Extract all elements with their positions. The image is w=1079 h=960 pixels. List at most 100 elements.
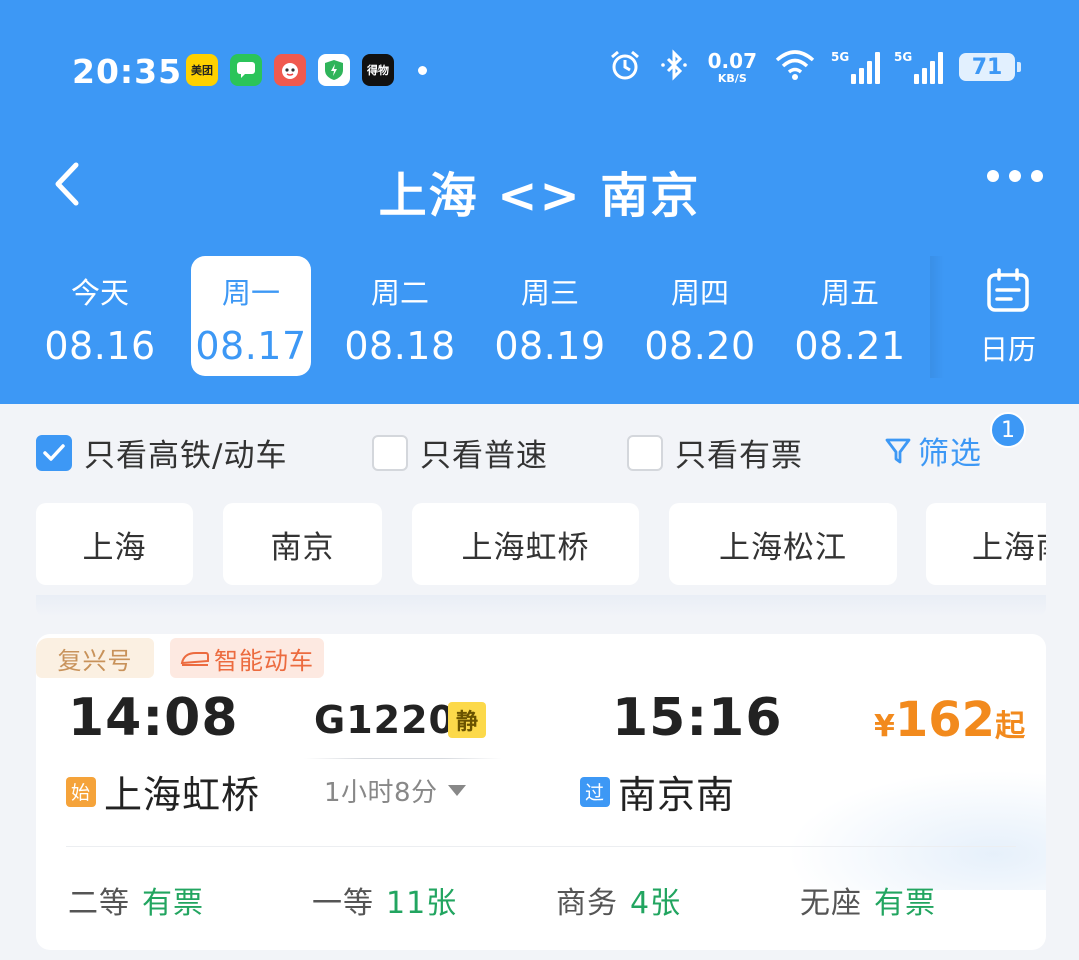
date-tab-date: 08.17 [195,324,307,368]
station-chip[interactable]: 上海松江 [669,503,897,585]
normal-speed-only-label: 只看普速 [420,438,548,474]
seat-type: 无座 [800,886,862,921]
signal-5g-label: 5G [894,50,913,64]
date-tab-date: 08.21 [794,324,906,368]
duration-toggle[interactable]: 1小时8分 [324,772,466,809]
header: 20:35 美团 得物 0.07 KB/S 5G 5G 71 上海 <> 南京 … [0,0,1079,404]
available-only-checkbox[interactable]: 只看有票 [627,430,803,475]
calendar-divider [930,256,944,378]
signal-5g-label: 5G [831,50,850,64]
dot-icon [1031,170,1043,182]
price-suffix: 起 [995,709,1026,744]
station-chip[interactable]: 上海虹桥 [412,503,639,585]
date-tab[interactable]: 周三 08.19 [490,256,610,376]
seat-first-class: 一等 11张 [312,878,457,922]
train-icon [180,652,209,666]
station-chip[interactable]: 上海南 [926,503,1046,585]
checkbox-unchecked-icon [372,434,408,471]
alarm-icon [608,48,642,86]
seat-type: 一等 [312,886,374,921]
filter-label: 筛选 [918,436,982,472]
caret-down-icon [447,785,466,796]
dot-icon [987,170,999,182]
filter-funnel-icon [885,438,911,463]
date-tab-weekday: 周三 [520,276,579,310]
price-currency: ¥ [874,709,895,744]
price: ¥ 162 起 [874,692,1025,748]
train-card[interactable]: 复兴号 智能动车 14:08 G1220 静 1小时8分 15:16 ¥ 162… [36,634,1046,950]
status-time: 20:35 [72,52,183,91]
high-speed-only-checkbox[interactable]: 只看高铁/动车 [36,430,287,475]
seat-type: 二等 [68,886,130,921]
date-tab-date: 08.16 [44,324,156,368]
normal-speed-only-checkbox[interactable]: 只看普速 [372,430,548,475]
page-title: 上海 <> 南京 [378,168,701,224]
date-tabs: 今天 08.16 周一 08.17 周二 08.18 周三 08.19 周四 0… [0,256,1079,378]
date-tab-weekday: 周四 [670,276,729,310]
seat-availability: 有票 [874,886,936,921]
card-background-decoration [786,770,1046,890]
smart-emu-label: 智能动车 [214,646,314,675]
game-app-icon [274,54,306,86]
checkbox-unchecked-icon [627,434,663,471]
signal-5g-icon: 5G [894,50,943,84]
station-chip[interactable]: 上海 [36,503,193,585]
more-notifications-dot [418,65,427,75]
date-tab-today[interactable]: 今天 08.16 [40,256,160,376]
seat-type: 商务 [556,886,618,921]
station-chip[interactable]: 南京 [223,503,382,585]
signal-5g-icon: 5G [831,50,880,84]
date-tab-date: 08.20 [644,324,756,368]
security-shield-icon [318,54,350,86]
checkbox-checked-icon [36,434,72,471]
available-only-label: 只看有票 [675,438,803,474]
seat-business-class: 商务 4张 [556,878,681,922]
filter-count-badge: 1 [990,412,1026,448]
date-tab-weekday: 周二 [370,276,429,310]
duration-text: 1小时8分 [324,778,438,808]
date-tab-weekday: 周一 [221,276,280,310]
seat-availability: 4张 [630,886,682,921]
date-tab-date: 08.19 [494,324,606,368]
seat-availability: 11张 [386,886,458,921]
seat-standing: 无座 有票 [800,878,936,922]
date-tab[interactable]: 周二 08.18 [340,256,460,376]
battery-indicator: 71 [959,53,1021,81]
filter-button[interactable]: 筛选 [884,428,982,473]
date-tab-selected[interactable]: 周一 08.17 [191,256,311,376]
meituan-icon: 美团 [186,54,218,86]
network-speed-value: 0.07 [707,48,757,73]
calendar-label: 日历 [979,333,1036,366]
date-tab[interactable]: 周五 08.21 [790,256,910,376]
status-bar: 20:35 美团 得物 0.07 KB/S 5G 5G 71 [0,40,1079,104]
messages-icon [230,54,262,86]
date-tab-date: 08.18 [344,324,456,368]
date-tab[interactable]: 周四 08.20 [640,256,760,376]
seat-availability: 有票 [142,886,204,921]
arrival-time: 15:16 [612,688,783,748]
dewu-icon: 得物 [362,54,394,86]
smart-emu-tag: 智能动车 [170,638,324,678]
system-icons: 0.07 KB/S 5G 5G 71 [608,48,1021,86]
arrival-station: 过 南京南 [580,764,735,819]
fuxing-tag: 复兴号 [36,638,154,678]
arrival-station-name: 南京南 [618,773,736,817]
pass-through-badge: 过 [580,776,610,807]
card-divider [66,846,1016,847]
more-options-button[interactable] [987,170,1043,182]
departure-station-name: 上海虹桥 [104,773,261,817]
chips-divider [36,595,1046,617]
notification-icons: 美团 得物 [186,54,427,86]
wifi-icon [773,48,817,86]
station-chips: 上海 南京 上海虹桥 上海松江 上海南 [36,503,1046,585]
nav-bar: 上海 <> 南京 [0,140,1079,230]
calendar-icon [987,268,1029,312]
filter-bar: 只看高铁/动车 只看普速 只看有票 筛选 [0,404,1079,490]
calendar-button[interactable]: 日历 [958,268,1058,368]
date-tab-weekday: 周五 [820,276,879,310]
train-number: G1220 [314,698,456,742]
quiet-car-badge: 静 [448,702,486,738]
high-speed-only-label: 只看高铁/动车 [84,438,288,474]
origin-badge: 始 [66,776,96,807]
price-amount: 162 [894,692,996,748]
